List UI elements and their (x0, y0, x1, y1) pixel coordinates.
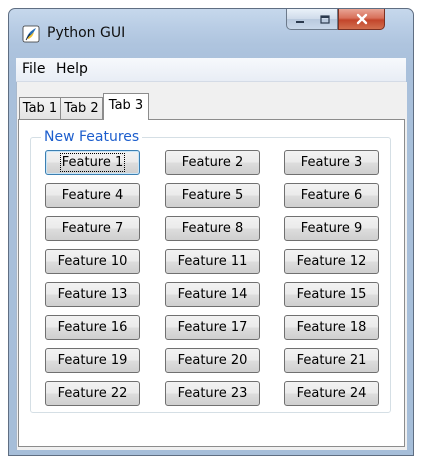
feature-button-22[interactable]: Feature 22 (45, 381, 140, 406)
feature-button-2[interactable]: Feature 2 (165, 150, 260, 175)
feature-button-label: Feature 1 (59, 153, 126, 172)
group-title: New Features (41, 129, 143, 145)
menu-bar: File Help (16, 58, 406, 82)
feature-button-9[interactable]: Feature 9 (284, 216, 379, 241)
feature-button-label: Feature 14 (177, 287, 248, 302)
feature-button-label: Feature 17 (177, 320, 248, 335)
feature-button-label: Feature 19 (57, 353, 128, 368)
feature-button-8[interactable]: Feature 8 (165, 216, 260, 241)
feature-button-label: Feature 8 (181, 221, 244, 236)
feature-button-label: Feature 16 (57, 320, 128, 335)
tab-3-panel: New Features Feature 1 Feature 2 Feature 3… (18, 119, 405, 447)
title-bar[interactable]: Python GUI (9, 9, 413, 57)
feature-button-label: Feature 18 (296, 320, 367, 335)
window-title: Python GUI (47, 25, 126, 41)
maximize-icon (319, 10, 331, 29)
feature-button-label: Feature 23 (177, 386, 248, 401)
feature-button-label: Feature 11 (177, 254, 248, 269)
feature-button-label: Feature 12 (296, 254, 367, 269)
feature-button-12[interactable]: Feature 12 (284, 249, 379, 274)
feature-button-5[interactable]: Feature 5 (165, 183, 260, 208)
tab-3[interactable]: Tab 3 (103, 93, 149, 120)
feature-button-label: Feature 22 (57, 386, 128, 401)
tab-2[interactable]: Tab 2 (60, 97, 103, 119)
feature-button-label: Feature 5 (181, 188, 244, 203)
feature-button-label: Feature 6 (300, 188, 363, 203)
feature-button-label: Feature 3 (300, 155, 363, 170)
maximize-button[interactable] (312, 9, 338, 30)
feature-button-20[interactable]: Feature 20 (165, 348, 260, 373)
feature-button-17[interactable]: Feature 17 (165, 315, 260, 340)
feature-button-18[interactable]: Feature 18 (284, 315, 379, 340)
menu-help[interactable]: Help (54, 61, 90, 77)
feature-button-label: Feature 15 (296, 287, 367, 302)
feature-button-label: Feature 2 (181, 155, 244, 170)
feature-button-24[interactable]: Feature 24 (284, 381, 379, 406)
app-window: Python GUI File Help Tab 1 Tab 2 Tab 3 N… (8, 8, 414, 456)
feature-button-23[interactable]: Feature 23 (165, 381, 260, 406)
python-feather-icon (22, 25, 40, 43)
feature-button-1[interactable]: Feature 1 (45, 150, 140, 175)
feature-button-label: Feature 24 (296, 386, 367, 401)
client-area: Tab 1 Tab 2 Tab 3 New Features Feature 1… (16, 82, 407, 450)
feature-button-label: Feature 21 (296, 353, 367, 368)
feature-button-15[interactable]: Feature 15 (284, 282, 379, 307)
feature-button-7[interactable]: Feature 7 (45, 216, 140, 241)
feature-button-14[interactable]: Feature 14 (165, 282, 260, 307)
feature-button-13[interactable]: Feature 13 (45, 282, 140, 307)
feature-button-label: Feature 20 (177, 353, 248, 368)
feature-button-10[interactable]: Feature 10 (45, 249, 140, 274)
feature-button-3[interactable]: Feature 3 (284, 150, 379, 175)
feature-button-16[interactable]: Feature 16 (45, 315, 140, 340)
feature-button-6[interactable]: Feature 6 (284, 183, 379, 208)
minimize-button[interactable] (286, 9, 313, 30)
feature-button-11[interactable]: Feature 11 (165, 249, 260, 274)
feature-button-label: Feature 7 (61, 221, 124, 236)
feature-button-label: Feature 9 (300, 221, 363, 236)
tab-1[interactable]: Tab 1 (19, 97, 61, 119)
menu-file[interactable]: File (20, 61, 47, 77)
feature-button-21[interactable]: Feature 21 (284, 348, 379, 373)
feature-button-19[interactable]: Feature 19 (45, 348, 140, 373)
feature-button-label: Feature 4 (61, 188, 124, 203)
feature-button-label: Feature 13 (57, 287, 128, 302)
new-features-group: New Features Feature 1 Feature 2 Feature 3… (30, 129, 391, 413)
feature-button-label: Feature 10 (57, 254, 128, 269)
close-button[interactable] (338, 9, 385, 30)
close-icon (355, 10, 369, 29)
feature-button-4[interactable]: Feature 4 (45, 183, 140, 208)
minimize-icon (294, 10, 306, 29)
